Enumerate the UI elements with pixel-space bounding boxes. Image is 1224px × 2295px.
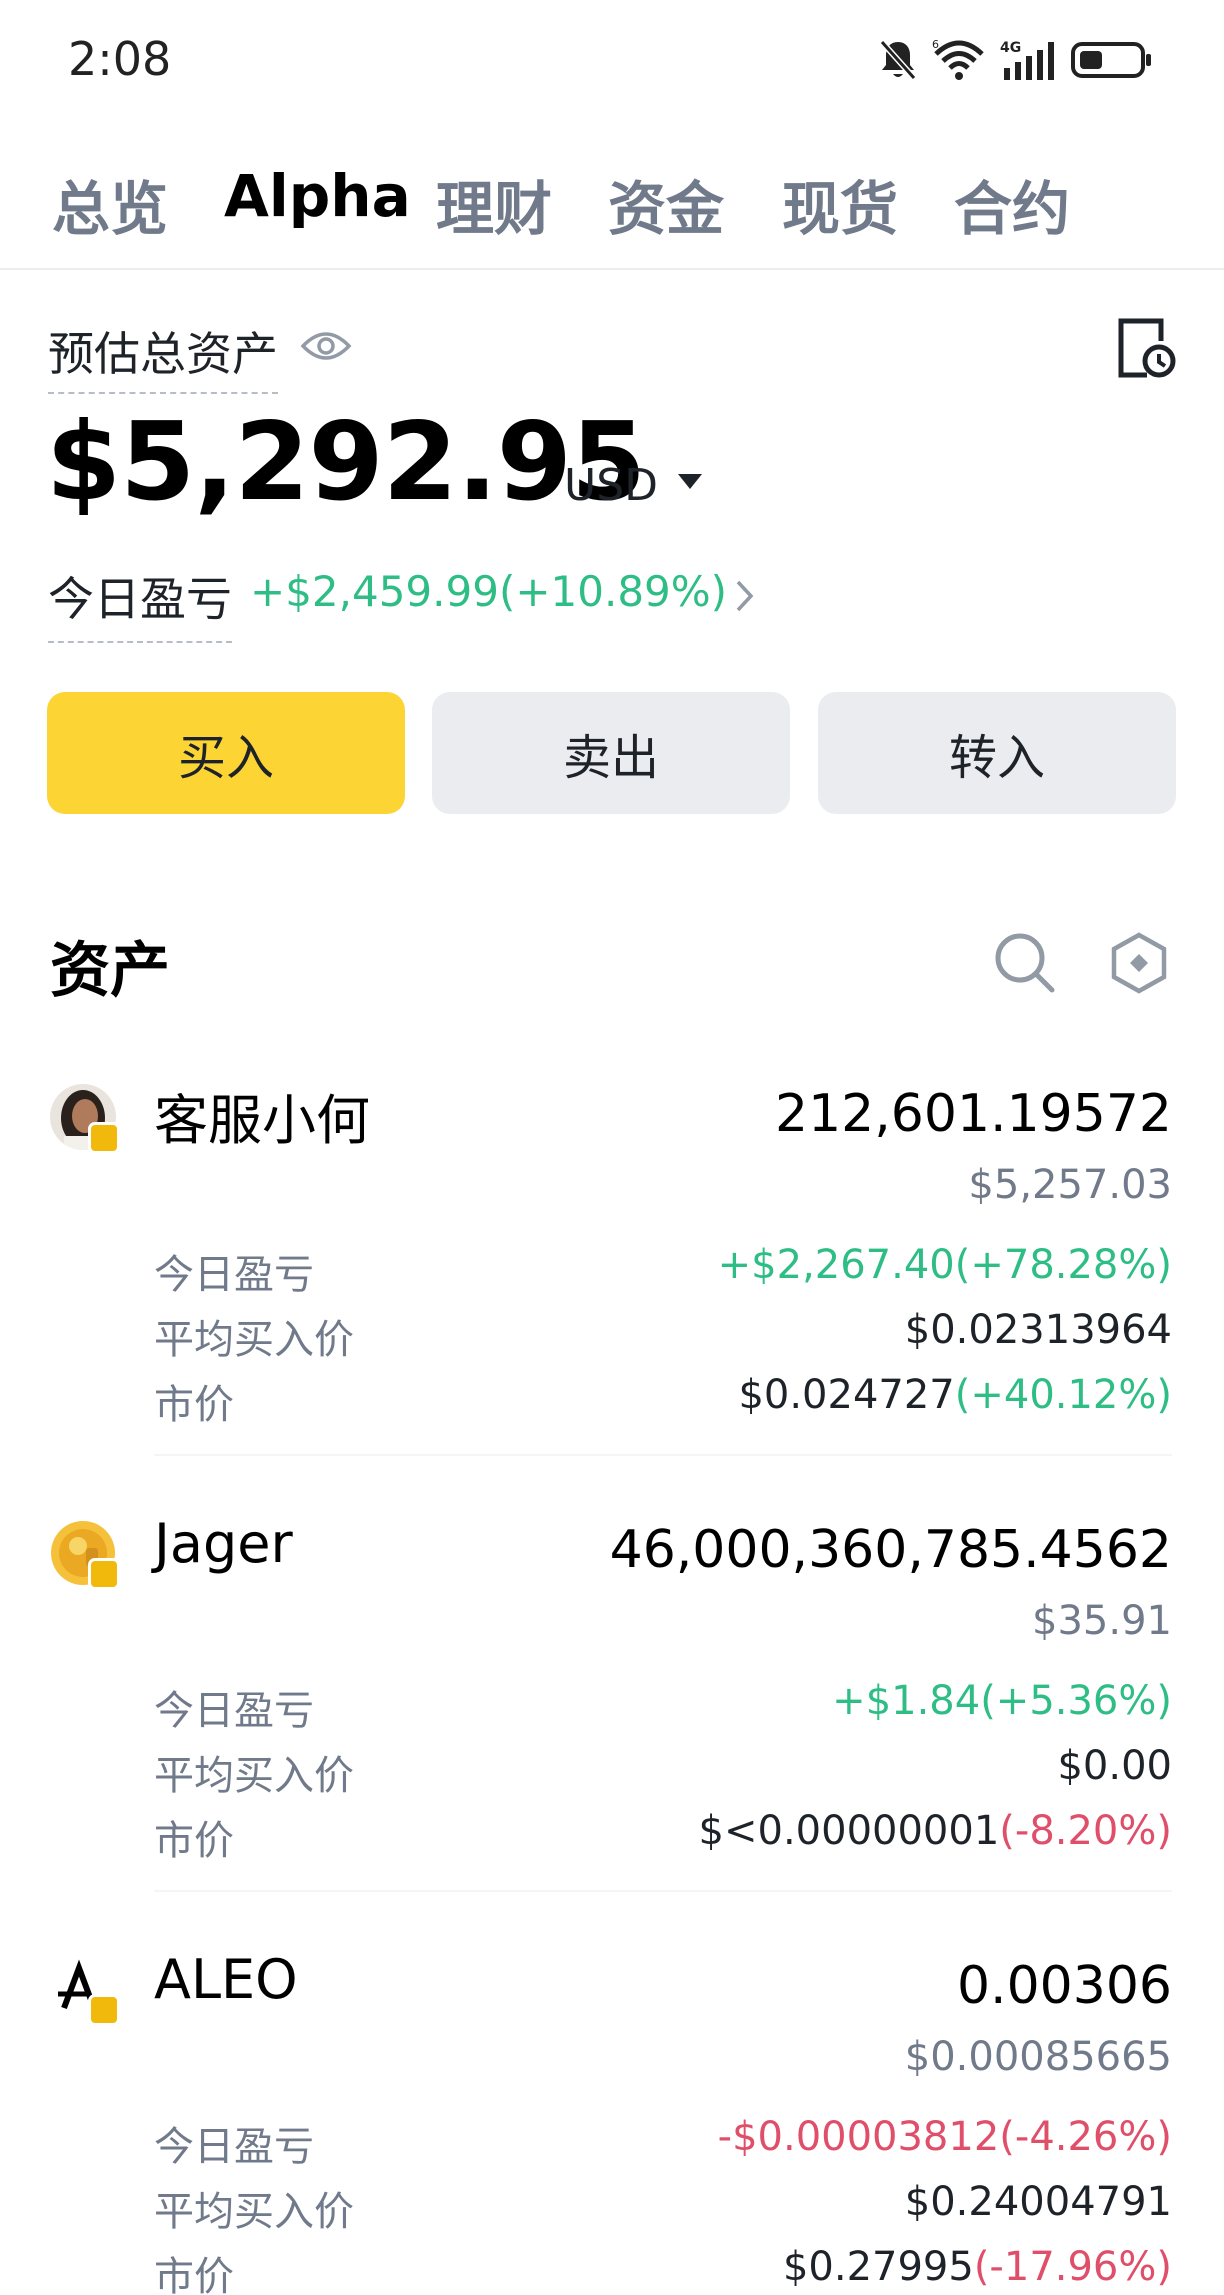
market-price-value: $0.024727(+40.12%) bbox=[738, 1372, 1172, 1418]
status-icons: 6 4G bbox=[878, 30, 1154, 90]
market-change: (+40.12%) bbox=[954, 1372, 1172, 1418]
currency-selector[interactable]: USD bbox=[564, 460, 658, 511]
pnl-label: 今日盈亏 bbox=[154, 1252, 314, 1298]
transfer-in-button[interactable]: 转入 bbox=[818, 692, 1176, 814]
status-bar: 2:08 6 4G bbox=[0, 0, 1224, 120]
market-price-label: 市价 bbox=[154, 1818, 234, 1864]
alpha-badge-icon bbox=[88, 1122, 120, 1154]
tab-futures[interactable]: 合约 bbox=[954, 162, 1070, 246]
pnl-value: -$0.00003812(-4.26%) bbox=[717, 2114, 1172, 2160]
tab-earn[interactable]: 理财 bbox=[436, 162, 552, 246]
avg-price-label: 平均买入价 bbox=[154, 1317, 354, 1363]
divider bbox=[154, 1890, 1172, 1892]
history-icon[interactable] bbox=[1115, 315, 1177, 381]
caret-down-icon[interactable] bbox=[676, 472, 704, 492]
pnl-label: 今日盈亏 bbox=[154, 1688, 314, 1734]
market-price-value: $<0.00000001(-8.20%) bbox=[699, 1808, 1172, 1854]
search-icon[interactable] bbox=[992, 930, 1058, 996]
asset-quantity: 212,601.19572 bbox=[775, 1084, 1172, 1144]
asset-usd-value: $5,257.03 bbox=[968, 1162, 1172, 1208]
sell-button[interactable]: 卖出 bbox=[432, 692, 790, 814]
top-tab-bar: 总览 Alpha 理财 资金 现货 合约 bbox=[0, 150, 1224, 270]
market-price-value: $0.27995(-17.96%) bbox=[783, 2244, 1172, 2290]
buy-button[interactable]: 买入 bbox=[47, 692, 405, 814]
tab-spot[interactable]: 现货 bbox=[782, 162, 898, 246]
asset-usd-value: $0.00085665 bbox=[904, 2034, 1172, 2080]
battery-icon bbox=[1071, 42, 1151, 78]
alpha-badge-icon bbox=[88, 1994, 120, 2026]
mute-bell-icon bbox=[879, 40, 917, 80]
settings-hexagon-icon[interactable] bbox=[1110, 932, 1168, 994]
wifi-badge: 6 bbox=[932, 38, 939, 51]
pnl-value: +$1.84(+5.36%) bbox=[832, 1678, 1172, 1724]
avg-price-value: $0.24004791 bbox=[904, 2179, 1172, 2225]
status-time: 2:08 bbox=[68, 32, 172, 86]
market-price: $0.27995 bbox=[782, 2244, 974, 2290]
today-pnl-value[interactable]: +$2,459.99(+10.89%) bbox=[250, 567, 727, 616]
market-change: (-17.96%) bbox=[973, 2244, 1172, 2290]
asset-usd-value: $35.91 bbox=[1032, 1598, 1172, 1644]
today-pnl-label[interactable]: 今日盈亏 bbox=[48, 563, 232, 643]
market-change: (-8.20%) bbox=[999, 1808, 1172, 1854]
avg-price-label: 平均买入价 bbox=[154, 2189, 354, 2235]
asset-name: 客服小何 bbox=[154, 1089, 370, 1152]
asset-quantity: 0.00306 bbox=[956, 1956, 1172, 2016]
market-price: $0.024727 bbox=[738, 1372, 955, 1418]
wifi-6-icon: 6 bbox=[932, 38, 984, 80]
chevron-right-icon[interactable] bbox=[734, 578, 756, 614]
network-badge: 4G bbox=[1000, 40, 1021, 56]
estimated-assets-label[interactable]: 预估总资产 bbox=[48, 318, 278, 394]
asset-item[interactable]: 客服小何 212,601.19572 $5,257.03 今日盈亏 +$2,26… bbox=[0, 1070, 1224, 1500]
market-price-label: 市价 bbox=[154, 1382, 234, 1428]
market-price-label: 市价 bbox=[154, 2254, 234, 2295]
total-balance: $5,292.95 bbox=[46, 400, 646, 525]
market-price: $<0.00000001 bbox=[698, 1808, 1000, 1854]
divider bbox=[154, 1454, 1172, 1456]
alpha-badge-icon bbox=[88, 1558, 120, 1590]
pnl-label: 今日盈亏 bbox=[154, 2124, 314, 2170]
avg-price-label: 平均买入价 bbox=[154, 1753, 354, 1799]
asset-name: ALEO bbox=[154, 1948, 298, 2011]
assets-heading: 资产 bbox=[50, 936, 170, 1006]
eye-icon[interactable] bbox=[300, 326, 352, 366]
signal-4g-icon: 4G bbox=[1000, 40, 1054, 80]
tab-alpha[interactable]: Alpha bbox=[224, 162, 411, 230]
asset-name: Jager bbox=[154, 1512, 293, 1575]
tab-funding[interactable]: 资金 bbox=[608, 162, 724, 246]
pnl-value: +$2,267.40(+78.28%) bbox=[717, 1242, 1172, 1288]
avg-price-value: $0.00 bbox=[1057, 1743, 1172, 1789]
tab-overview[interactable]: 总览 bbox=[52, 162, 168, 246]
asset-item[interactable]: Jager 46,000,360,785.4562 $35.91 今日盈亏 +$… bbox=[0, 1506, 1224, 1936]
avg-price-value: $0.02313964 bbox=[904, 1307, 1172, 1353]
asset-quantity: 46,000,360,785.4562 bbox=[609, 1520, 1172, 1580]
asset-item[interactable]: ALEO 0.00306 $0.00085665 今日盈亏 -$0.000038… bbox=[0, 1942, 1224, 2295]
